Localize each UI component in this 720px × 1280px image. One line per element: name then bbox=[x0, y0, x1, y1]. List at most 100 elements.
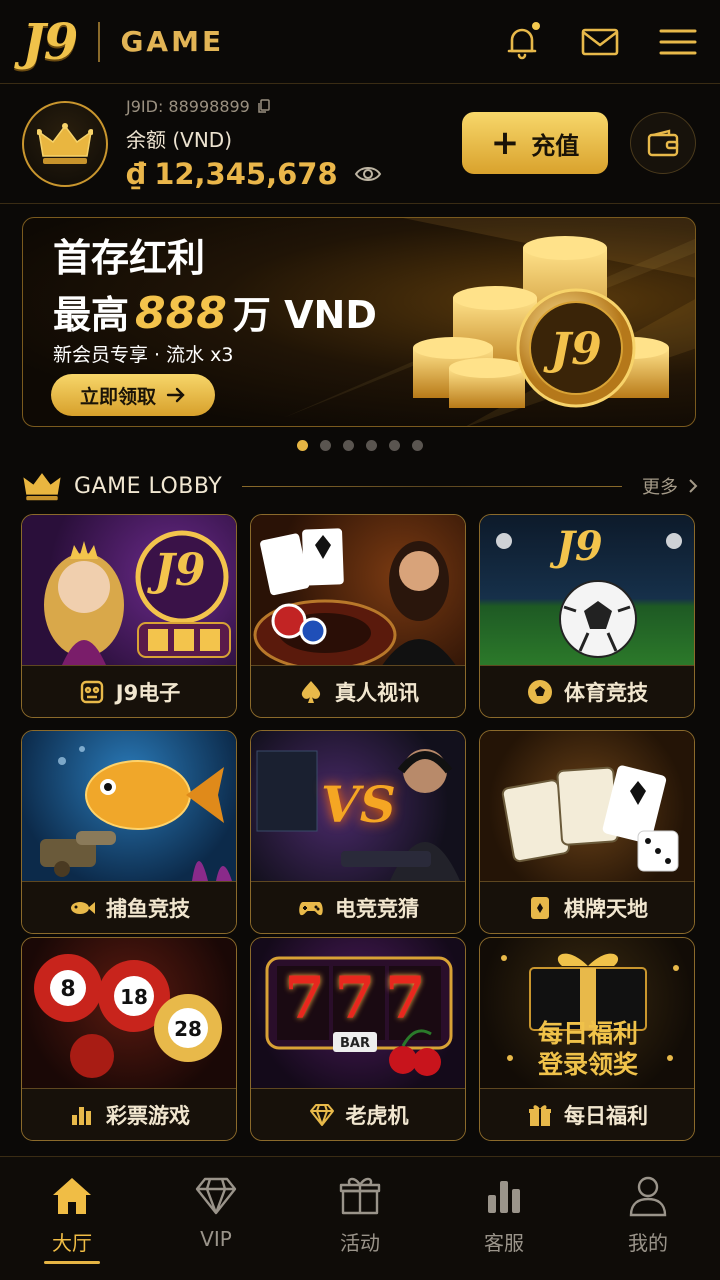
game-tile-fishing[interactable]: 捕鱼竞技 bbox=[21, 730, 237, 934]
user-icon bbox=[629, 1176, 667, 1217]
tile-artwork bbox=[251, 515, 465, 671]
more-label: 更多 bbox=[642, 477, 678, 498]
promo-banner[interactable]: 首存红利 最高 888 万 VND 新会员专享 · 流水 x3 立即领取 J9 bbox=[22, 217, 696, 427]
fish-icon bbox=[71, 901, 95, 914]
carousel-dot[interactable] bbox=[297, 440, 308, 451]
tile-label: J9电子 bbox=[115, 680, 181, 705]
lottery-balls-artwork: 8 18 28 bbox=[34, 954, 222, 1078]
tile-artwork: VS bbox=[251, 731, 465, 883]
tile-label-bar: 真人视讯 bbox=[251, 665, 465, 717]
banner-suffix: 万 VND bbox=[232, 293, 377, 337]
nav-label: VIP bbox=[200, 1227, 232, 1251]
nav-vip[interactable]: VIP bbox=[144, 1157, 288, 1280]
game-tile-live-casino[interactable]: 真人视讯 bbox=[250, 514, 466, 718]
coin-logo-text: J9 bbox=[543, 324, 601, 375]
nav-label: 客服 bbox=[484, 1231, 524, 1255]
carousel-dot[interactable] bbox=[412, 440, 423, 451]
wallet-button[interactable] bbox=[630, 112, 696, 174]
menu-icon[interactable] bbox=[658, 22, 698, 62]
nav-lobby[interactable]: 大厅 bbox=[0, 1157, 144, 1280]
bell-icon[interactable] bbox=[502, 21, 542, 62]
art-line-1: 每日福利 bbox=[537, 1019, 638, 1048]
game-tile-slot-machine[interactable]: BAR 777 老虎机 bbox=[250, 937, 466, 1141]
wallet-icon bbox=[647, 129, 679, 157]
deposit-button[interactable]: + 充值 bbox=[462, 112, 608, 174]
logo-divider bbox=[98, 21, 101, 62]
tile-label: 捕鱼竞技 bbox=[106, 896, 190, 921]
lobby-title: GAME LOBBY bbox=[74, 473, 223, 499]
balance-amount: 12,345,678 bbox=[154, 156, 338, 191]
home-icon bbox=[53, 1178, 91, 1214]
game-tile-slots-j9[interactable]: J9 J9电子 bbox=[21, 514, 237, 718]
spade-icon bbox=[301, 680, 321, 703]
slot-machine-icon bbox=[80, 680, 103, 703]
tile-label-bar: 捕鱼竞技 bbox=[22, 881, 236, 933]
nav-label: 活动 bbox=[340, 1231, 380, 1255]
game-tile-daily-bonus[interactable]: 每日福利 登录领奖 每日福利 bbox=[479, 937, 695, 1141]
tile-label: 每日福利 bbox=[564, 1103, 648, 1128]
avatar[interactable] bbox=[22, 100, 108, 187]
tile-artwork: J9 bbox=[480, 515, 694, 667]
bar-chart-icon bbox=[72, 1106, 91, 1125]
carousel-dot[interactable] bbox=[320, 440, 331, 451]
lottery-ball-number: 18 bbox=[120, 985, 148, 1009]
tile-artwork: J9 bbox=[22, 515, 236, 667]
nav-support[interactable]: 客服 bbox=[432, 1157, 576, 1280]
cards-mahjong-artwork bbox=[501, 765, 679, 872]
active-indicator bbox=[44, 1261, 100, 1264]
more-link[interactable]: 更多 bbox=[642, 473, 698, 499]
tile-label: 棋牌天地 bbox=[564, 896, 648, 921]
game-tile-esports[interactable]: VS 电竞竞猜 bbox=[250, 730, 466, 934]
tile-artwork: BAR 777 bbox=[251, 938, 465, 1090]
banner-title: 首存红利 bbox=[53, 236, 206, 280]
carousel-dots bbox=[0, 440, 720, 451]
tile-artwork bbox=[22, 731, 236, 883]
card-icon bbox=[531, 896, 549, 919]
carousel-dot[interactable] bbox=[343, 440, 354, 451]
crown-icon bbox=[23, 473, 61, 501]
banner-prefix: 最高 bbox=[53, 293, 130, 337]
j9-logo[interactable]: J9 bbox=[22, 12, 78, 71]
account-id-row: J9ID: 88998899 bbox=[126, 97, 382, 116]
nav-activities[interactable]: 活动 bbox=[288, 1157, 432, 1280]
carousel-dot[interactable] bbox=[366, 440, 377, 451]
game-tile-lottery[interactable]: 8 18 28 彩票游戏 bbox=[21, 937, 237, 1141]
tile-label-bar: 每日福利 bbox=[480, 1088, 694, 1140]
tile-artwork bbox=[480, 731, 694, 883]
gift-icon bbox=[339, 1177, 381, 1215]
eye-icon[interactable] bbox=[354, 164, 382, 184]
live-dealer-artwork bbox=[253, 528, 457, 671]
nav-profile[interactable]: 我的 bbox=[576, 1157, 720, 1280]
claim-button[interactable]: 立即领取 bbox=[51, 374, 215, 416]
game-title: GAME bbox=[120, 25, 225, 58]
notification-dot bbox=[532, 21, 540, 30]
currency-symbol: ₫ bbox=[126, 156, 147, 191]
divider-line bbox=[242, 485, 622, 487]
fish-artwork bbox=[40, 746, 232, 881]
header-actions bbox=[502, 21, 698, 62]
tile-art-777: 777 bbox=[284, 964, 436, 1032]
lottery-ball-number: 8 bbox=[60, 977, 75, 1002]
daily-bonus-art-text: 每日福利 登录领奖 bbox=[480, 1018, 694, 1081]
tile-label-bar: 彩票游戏 bbox=[22, 1088, 236, 1140]
tile-art-vs: VS bbox=[321, 775, 396, 834]
game-tile-cards[interactable]: 棋牌天地 bbox=[479, 730, 695, 934]
claim-label: 立即领取 bbox=[79, 385, 156, 408]
game-tile-sports[interactable]: J9 体育竞技 bbox=[479, 514, 695, 718]
nav-label: 大厅 bbox=[52, 1231, 92, 1255]
art-line-2: 登录领奖 bbox=[537, 1050, 638, 1080]
lobby-section-header: GAME LOBBY 更多 bbox=[22, 468, 698, 504]
nav-label: 我的 bbox=[628, 1231, 668, 1255]
mail-icon[interactable] bbox=[580, 22, 620, 62]
tile-label: 体育竞技 bbox=[564, 680, 648, 705]
carousel-dot[interactable] bbox=[389, 440, 400, 451]
tile-art-logo: J9 bbox=[154, 545, 206, 596]
gold-coins-illustration: J9 bbox=[413, 236, 669, 408]
banner-amount: 888 bbox=[135, 288, 227, 339]
copy-icon[interactable] bbox=[256, 98, 272, 114]
soccer-ball-icon bbox=[528, 679, 552, 704]
bar-chart-icon bbox=[488, 1181, 520, 1213]
diamond-icon bbox=[309, 1103, 334, 1126]
balance-label: 余额 (VND) bbox=[126, 127, 233, 152]
crown-icon bbox=[37, 122, 93, 164]
